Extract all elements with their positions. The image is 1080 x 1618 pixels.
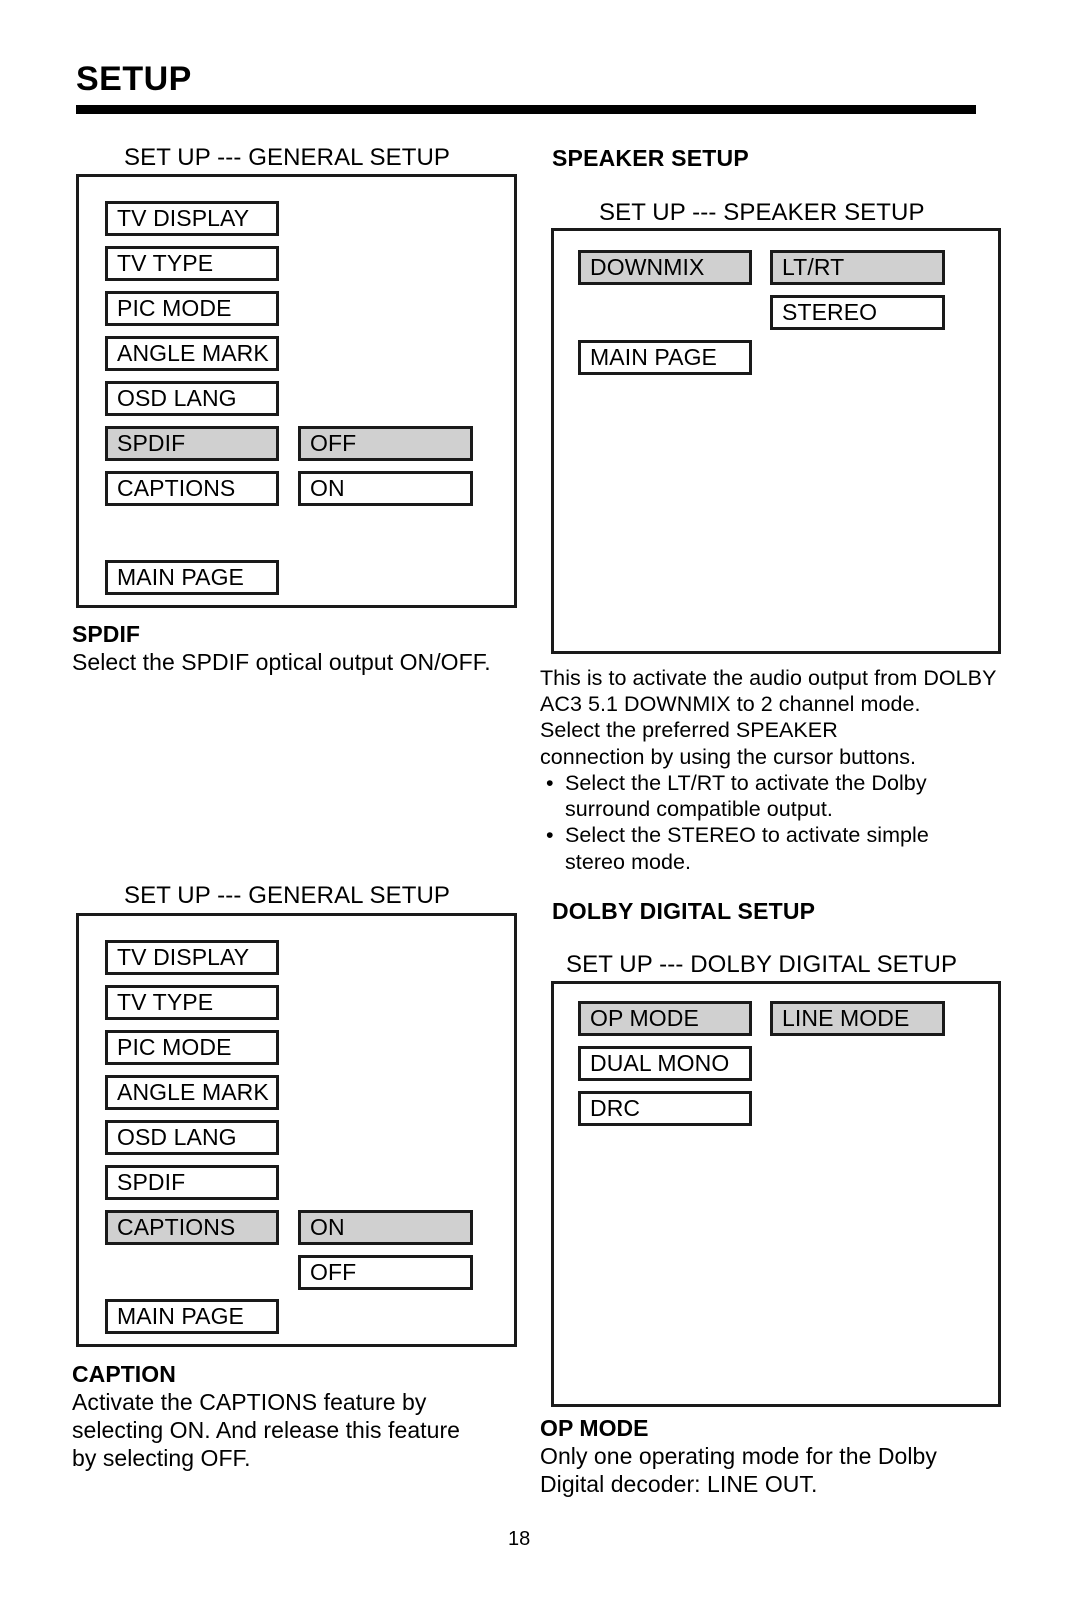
bullet-icon: • — [546, 823, 554, 848]
dolby-digital-setup-heading: DOLBY DIGITAL SETUP — [552, 898, 816, 924]
osd-item-captions[interactable]: CAPTIONS — [105, 471, 279, 506]
page-title: SETUP — [76, 60, 192, 98]
osd-item-main-page-3[interactable]: MAIN PAGE — [578, 340, 752, 375]
osd-item-tv-display-2[interactable]: TV DISPLAY — [105, 940, 279, 975]
osd-item-spdif-2[interactable]: SPDIF — [105, 1165, 279, 1200]
speaker-desc-bullet-2-text: Select the STEREO to activate simple — [565, 823, 929, 848]
spdif-description-line-1: Select the SPDIF optical output ON/OFF. — [72, 649, 491, 676]
osd-value-on-2[interactable]: ON — [298, 1210, 473, 1245]
op-mode-description-line-1: Only one operating mode for the Dolby — [540, 1443, 937, 1470]
osd-item-tv-display[interactable]: TV DISPLAY — [105, 201, 279, 236]
speaker-setup-heading: SPEAKER SETUP — [552, 145, 749, 171]
osd-screen-dolby-digital-setup: OP MODE DUAL MONO DRC LINE MODE — [551, 981, 1001, 1407]
osd-screen-speaker-setup: DOWNMIX MAIN PAGE LT/RT STEREO — [551, 228, 1001, 654]
osd-item-downmix[interactable]: DOWNMIX — [578, 250, 752, 285]
osd-item-pic-mode-2[interactable]: PIC MODE — [105, 1030, 279, 1065]
osd-item-spdif[interactable]: SPDIF — [105, 426, 279, 461]
header-divider — [76, 105, 976, 114]
osd-value-on[interactable]: ON — [298, 471, 473, 506]
osd-value-stereo[interactable]: STEREO — [770, 295, 945, 330]
caption-description-heading: CAPTION — [72, 1361, 176, 1387]
spdif-description-heading: SPDIF — [72, 621, 140, 647]
speaker-desc-line-1: This is to activate the audio output fro… — [540, 666, 997, 690]
osd-caption-dolby-digital-setup: SET UP --- DOLBY DIGITAL SETUP — [566, 951, 958, 978]
speaker-desc-line-2: AC3 5.1 DOWNMIX to 2 channel mode. — [540, 692, 921, 717]
speaker-desc-bullet-1: • Select the LT/RT to activate the Dolby — [540, 770, 1010, 796]
osd-item-angle-mark[interactable]: ANGLE MARK — [105, 336, 279, 371]
osd-item-tv-type[interactable]: TV TYPE — [105, 246, 279, 281]
osd-item-angle-mark-2[interactable]: ANGLE MARK — [105, 1075, 279, 1110]
osd-value-lt-rt[interactable]: LT/RT — [770, 250, 945, 285]
osd-value-off[interactable]: OFF — [298, 426, 473, 461]
osd-item-tv-type-2[interactable]: TV TYPE — [105, 985, 279, 1020]
osd-item-osd-lang-2[interactable]: OSD LANG — [105, 1120, 279, 1155]
speaker-desc-line-4: connection by using the cursor buttons. — [540, 744, 917, 769]
osd-item-captions-2[interactable]: CAPTIONS — [105, 1210, 279, 1245]
caption-description-line-2: selecting ON. And release this feature — [72, 1417, 461, 1444]
speaker-desc-bullet-1-text: Select the LT/RT to activate the Dolby — [565, 770, 927, 795]
osd-item-drc[interactable]: DRC — [578, 1091, 752, 1126]
osd-item-main-page[interactable]: MAIN PAGE — [105, 560, 279, 595]
op-mode-description-heading: OP MODE — [540, 1415, 649, 1441]
caption-description-line-3: by selecting OFF. — [72, 1445, 251, 1472]
caption-description-line-1: Activate the CAPTIONS feature by — [72, 1389, 427, 1416]
osd-item-pic-mode[interactable]: PIC MODE — [105, 291, 279, 326]
op-mode-description: OP MODE Only one operating mode for the … — [540, 1414, 1010, 1498]
osd-screen-general-setup-spdif: TV DISPLAY TV TYPE PIC MODE ANGLE MARK O… — [76, 174, 517, 608]
osd-item-osd-lang[interactable]: OSD LANG — [105, 381, 279, 416]
speaker-desc-bullet-2-cont: stereo mode. — [565, 849, 692, 874]
osd-item-main-page-2[interactable]: MAIN PAGE — [105, 1299, 279, 1334]
osd-item-dual-mono[interactable]: DUAL MONO — [578, 1046, 752, 1081]
osd-caption-general-setup-spdif: SET UP --- GENERAL SETUP — [124, 144, 451, 171]
spdif-description: SPDIF Select the SPDIF optical output ON… — [72, 620, 532, 676]
caption-description: CAPTION Activate the CAPTIONS feature by… — [72, 1360, 542, 1472]
op-mode-description-line-2: Digital decoder: LINE OUT. — [540, 1471, 818, 1498]
page-number: 18 — [508, 1528, 531, 1550]
osd-item-op-mode[interactable]: OP MODE — [578, 1001, 752, 1036]
speaker-desc-bullet-2: • Select the STEREO to activate simple — [540, 822, 1010, 848]
osd-value-line-mode[interactable]: LINE MODE — [770, 1001, 945, 1036]
osd-value-off-2[interactable]: OFF — [298, 1255, 473, 1290]
speaker-setup-description: This is to activate the audio output fro… — [540, 665, 1010, 875]
osd-screen-general-setup-captions: TV DISPLAY TV TYPE PIC MODE ANGLE MARK O… — [76, 913, 517, 1347]
speaker-desc-line-3: Select the preferred SPEAKER — [540, 718, 838, 743]
osd-caption-speaker-setup: SET UP --- SPEAKER SETUP — [599, 199, 925, 226]
bullet-icon: • — [546, 770, 554, 795]
osd-caption-general-setup-captions: SET UP --- GENERAL SETUP — [124, 882, 451, 909]
speaker-desc-bullet-1-cont: surround compatible output. — [565, 797, 833, 822]
